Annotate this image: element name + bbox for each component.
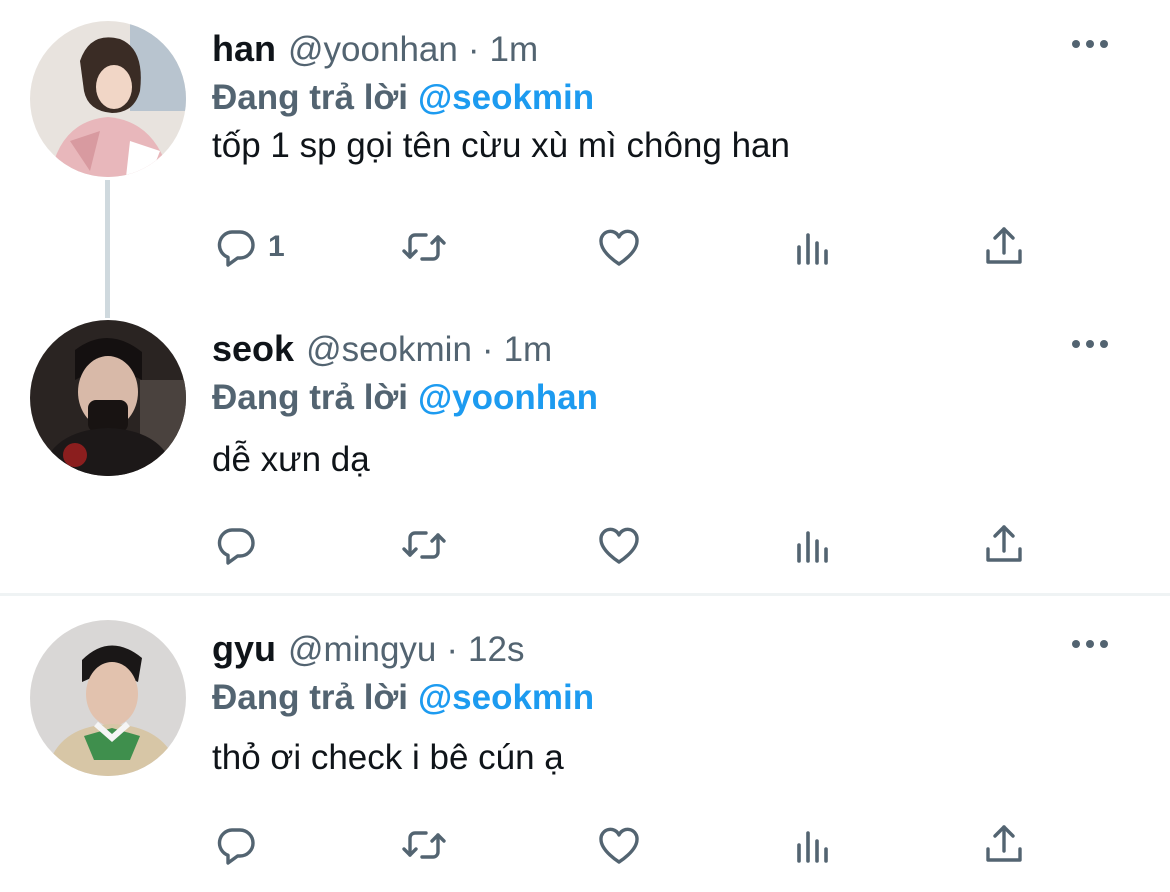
action-bar: 1	[212, 223, 1072, 283]
replying-to: Đang trả lời @seokmin	[212, 678, 594, 718]
avatar[interactable]	[30, 620, 186, 776]
display-name[interactable]: seok	[212, 328, 294, 370]
reply-count: 1	[268, 230, 285, 263]
timestamp[interactable]: 1m	[504, 330, 553, 370]
tweet-header: gyu @mingyu · 12s	[212, 628, 524, 678]
reply-icon	[212, 521, 260, 569]
mention-link[interactable]: @seokmin	[418, 78, 594, 117]
analytics-icon	[789, 223, 837, 271]
action-bar	[212, 521, 1072, 581]
separator: ·	[446, 630, 459, 669]
replying-to-label: Đang trả lời	[212, 78, 409, 117]
tweet-header: han @yoonhan · 1m	[212, 28, 538, 78]
more-icon[interactable]	[1072, 640, 1108, 648]
reply-icon	[212, 821, 260, 869]
share-icon	[980, 521, 1028, 569]
share-button[interactable]	[980, 521, 1028, 569]
timestamp[interactable]: 12s	[468, 630, 524, 670]
reply-button[interactable]	[212, 521, 260, 569]
tweet-content: seok @seokmin · 1m Đang trả lời @yoonhan …	[212, 328, 1130, 592]
reply-button[interactable]	[212, 821, 260, 869]
heart-icon	[595, 821, 643, 869]
tweet[interactable]: han @yoonhan · 1m Đang trả lời @seokmin t…	[0, 18, 1170, 318]
tweet[interactable]: gyu @mingyu · 12s Đang trả lời @seokmin t…	[0, 596, 1170, 892]
more-icon[interactable]	[1072, 340, 1108, 348]
user-handle[interactable]: @mingyu	[288, 630, 436, 670]
tweet-text: thỏ ơi check i bê cún ạ	[212, 738, 564, 777]
retweet-icon	[400, 521, 448, 569]
like-button[interactable]	[595, 821, 643, 869]
like-button[interactable]	[595, 521, 643, 569]
user-handle[interactable]: @yoonhan	[288, 30, 458, 70]
separator: ·	[481, 330, 494, 369]
tweet-text: dễ xưn dạ	[212, 440, 370, 479]
like-button[interactable]	[595, 223, 643, 271]
share-button[interactable]	[980, 223, 1028, 271]
user-handle[interactable]: @seokmin	[306, 330, 472, 370]
display-name[interactable]: han	[212, 28, 276, 70]
tweet[interactable]: seok @seokmin · 1m Đang trả lời @yoonhan …	[0, 300, 1170, 592]
separator: ·	[467, 30, 480, 69]
analytics-icon	[789, 821, 837, 869]
replying-to: Đang trả lời @seokmin	[212, 78, 594, 118]
share-button[interactable]	[980, 821, 1028, 869]
action-bar	[212, 821, 1072, 881]
share-icon	[980, 821, 1028, 869]
thread-line	[105, 180, 110, 318]
avatar[interactable]	[30, 320, 186, 476]
replying-to-label: Đang trả lời	[212, 378, 409, 417]
views-button[interactable]	[789, 223, 837, 271]
tweet-content: gyu @mingyu · 12s Đang trả lời @seokmin t…	[212, 628, 1130, 892]
retweet-icon	[400, 223, 448, 271]
retweet-button[interactable]	[400, 821, 448, 869]
retweet-button[interactable]	[400, 223, 448, 271]
retweet-button[interactable]	[400, 521, 448, 569]
heart-icon	[595, 223, 643, 271]
retweet-icon	[400, 821, 448, 869]
replying-to-label: Đang trả lời	[212, 678, 409, 717]
share-icon	[980, 223, 1028, 271]
views-button[interactable]	[789, 521, 837, 569]
avatar[interactable]	[30, 21, 186, 177]
analytics-icon	[789, 521, 837, 569]
reply-icon	[212, 223, 260, 271]
views-button[interactable]	[789, 821, 837, 869]
mention-link[interactable]: @yoonhan	[418, 378, 598, 417]
display-name[interactable]: gyu	[212, 628, 276, 670]
replying-to: Đang trả lời @yoonhan	[212, 378, 598, 418]
timestamp[interactable]: 1m	[490, 30, 539, 70]
mention-link[interactable]: @seokmin	[418, 678, 594, 717]
more-icon[interactable]	[1072, 40, 1108, 48]
heart-icon	[595, 521, 643, 569]
tweet-text: tốp 1 sp gọi tên cừu xù mì chông han	[212, 126, 790, 165]
tweet-content: han @yoonhan · 1m Đang trả lời @seokmin t…	[212, 28, 1130, 300]
tweet-header: seok @seokmin · 1m	[212, 328, 552, 378]
reply-button[interactable]: 1	[212, 223, 285, 271]
